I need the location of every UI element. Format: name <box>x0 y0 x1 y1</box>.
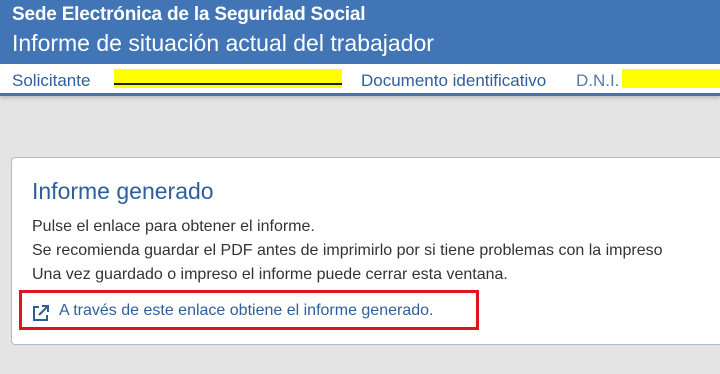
requester-info-bar: Solicitante Documento identificativo D.N… <box>0 64 720 96</box>
document-number-redacted <box>622 69 720 88</box>
page-title: Informe de situación actual del trabajad… <box>12 30 434 56</box>
card-title: Informe generado <box>32 178 214 204</box>
site-name: Sede Electrónica de la Seguridad Social <box>12 4 366 25</box>
report-link-label[interactable]: A través de este enlace obtiene el infor… <box>59 302 433 320</box>
instruction-line-1: Pulse el enlace para obtener el informe. <box>32 218 315 235</box>
document-label: Documento identificativo <box>361 71 547 90</box>
redaction-strike <box>114 83 342 85</box>
applicant-label: Solicitante <box>12 71 91 90</box>
external-link-icon <box>33 305 49 321</box>
instruction-line-3: Una vez guardado o impreso el informe pu… <box>32 266 508 283</box>
instruction-line-2: Se recomienda guardar el PDF antes de im… <box>32 242 663 259</box>
page-header: Sede Electrónica de la Seguridad Social … <box>0 0 720 64</box>
document-type: D.N.I. <box>576 71 620 90</box>
applicant-name-redacted <box>114 69 342 88</box>
